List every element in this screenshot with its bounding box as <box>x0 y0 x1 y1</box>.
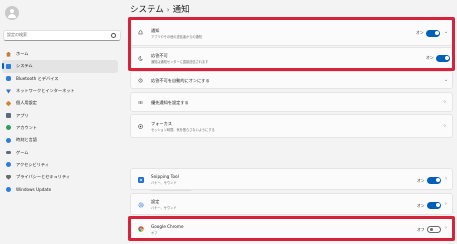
sidebar-item-home[interactable]: ホーム <box>2 48 118 60</box>
app-toggle[interactable] <box>427 225 441 233</box>
app-card-settings: 設定 バナー、サウンド オン › <box>130 193 453 215</box>
sidebar-item-label: Bluetooth とデバイス <box>16 75 59 81</box>
sidebar-item-personalization[interactable]: 個人用設定 <box>2 97 118 109</box>
focus-row[interactable]: フォーカス セッション時間、気を散らさないようにする › <box>131 115 452 139</box>
dnd-state: オン <box>426 55 434 60</box>
home-icon <box>6 51 11 57</box>
bluetooth-icon <box>6 76 11 82</box>
sidebar-item-label: Windows Update <box>16 186 52 192</box>
chevron-right-icon[interactable]: › <box>445 225 447 231</box>
gear-icon <box>138 202 144 208</box>
notifications-toggle[interactable] <box>426 29 440 37</box>
sidebar-item-privacy[interactable]: プライバシーとセキュリティ <box>2 171 118 183</box>
notifications-row[interactable]: 通知 アプリやその他の送信者からの通知 オン ⌄ <box>131 20 452 47</box>
breadcrumb-page: 通知 <box>172 5 190 15</box>
chevron-right-icon[interactable]: › <box>444 123 446 129</box>
dnd-toggle[interactable] <box>436 54 450 62</box>
app-toggle[interactable] <box>427 201 441 209</box>
sidebar-item-label: プライバシーとセキュリティ <box>16 174 71 180</box>
chevron-right-icon[interactable]: › <box>445 176 447 182</box>
shield-icon <box>6 174 11 180</box>
account-icon <box>6 125 11 131</box>
page-title: システム › 通知 <box>130 3 190 15</box>
sidebar-item-apps[interactable]: アプリ <box>2 109 118 121</box>
sidebar-item-system[interactable]: システム <box>2 60 118 73</box>
sidebar-nav: ホーム システム Bluetooth とデバイス ネットワークとインターネット … <box>2 48 118 196</box>
dnd-card: 応答不可 通知は通知センターに直接送信されます オン <box>130 47 453 69</box>
accessibility-icon <box>6 162 11 168</box>
breadcrumb-section[interactable]: システム <box>130 5 164 15</box>
app-name: Snipping Tool <box>151 174 179 179</box>
chrome-icon <box>138 226 144 232</box>
sidebar-item-label: システム <box>16 63 33 69</box>
app-state: オフ <box>417 227 425 232</box>
sidebar-item-label: アカウント <box>16 124 37 130</box>
windows-update-icon <box>6 186 11 192</box>
focus-card: フォーカス セッション時間、気を散らさないようにする › <box>130 114 453 138</box>
priority-card: 優先通知を設定する › <box>130 92 453 112</box>
snipping-tool-icon <box>138 177 144 183</box>
moon-clock-icon <box>138 78 143 83</box>
network-icon <box>6 89 11 94</box>
time-language-icon <box>6 137 11 143</box>
chevron-down-icon[interactable]: ⌄ <box>444 77 448 83</box>
app-state: オン <box>417 178 425 183</box>
apps-icon <box>6 113 11 119</box>
app-row[interactable]: Snipping Tool バナー、サウンド オン › <box>131 169 452 191</box>
chevron-right-icon[interactable]: › <box>444 99 446 105</box>
sidebar-item-label: ネットワークとインターネット <box>16 88 75 94</box>
app-toggle[interactable] <box>427 176 441 184</box>
avatar[interactable] <box>5 6 19 20</box>
auto-dnd-title: 応答不可を自動的にオンにする <box>151 78 210 83</box>
sidebar-item-time-language[interactable]: 時刻と言語 <box>2 134 118 146</box>
notifications-card: 通知 アプリやその他の送信者からの通知 オン ⌄ <box>130 19 453 46</box>
brush-icon <box>5 100 12 107</box>
focus-subtitle: セッション時間、気を散らさないようにする <box>151 128 215 132</box>
notifications-subtitle: アプリやその他の送信者からの通知 <box>151 35 202 39</box>
app-sub: バナー、サウンド <box>151 206 177 210</box>
app-state: オン <box>417 203 425 208</box>
app-name: Google Chrome <box>151 224 184 229</box>
chevron-down-icon[interactable]: ⌄ <box>444 29 448 35</box>
priority-row[interactable]: 優先通知を設定する › <box>131 93 452 113</box>
sidebar-item-label: 時刻と言語 <box>16 137 37 143</box>
sidebar-item-label: 個人用設定 <box>16 100 37 106</box>
sidebar-item-label: ホーム <box>16 51 29 57</box>
sidebar: 設定の検索 ホーム システム Bluetooth とデバイス ネットワークとイン… <box>0 0 121 244</box>
priority-bell-icon <box>138 101 143 104</box>
chevron-right-icon[interactable]: › <box>445 201 447 207</box>
sidebar-item-label: アプリ <box>16 112 29 118</box>
app-row[interactable]: Google Chrome オフ オフ › <box>131 219 452 240</box>
focus-icon <box>138 124 143 129</box>
app-row[interactable]: 設定 バナー、サウンド オン › <box>131 194 452 216</box>
app-card-snipping-tool: Snipping Tool バナー、サウンド オン › <box>130 168 453 190</box>
auto-dnd-row[interactable]: 応答不可を自動的にオンにする ⌄ <box>131 72 452 90</box>
sidebar-item-label: アクセシビリティ <box>16 161 50 167</box>
system-icon <box>6 63 11 69</box>
sidebar-item-windows-update[interactable]: Windows Update <box>2 183 118 195</box>
search-input[interactable]: 設定の検索 <box>3 30 121 41</box>
auto-dnd-card: 応答不可を自動的にオンにする ⌄ <box>130 71 453 89</box>
sidebar-item-bluetooth[interactable]: Bluetooth とデバイス <box>2 73 118 85</box>
bell-icon <box>138 30 143 35</box>
notifications-state: オン <box>416 30 424 35</box>
game-icon <box>6 150 11 155</box>
sidebar-item-network[interactable]: ネットワークとインターネット <box>2 85 118 97</box>
sidebar-item-accessibility[interactable]: アクセシビリティ <box>2 159 118 171</box>
search-placeholder: 設定の検索 <box>7 32 27 37</box>
moon-icon <box>138 56 143 61</box>
dnd-row[interactable]: 応答不可 通知は通知センターに直接送信されます オン <box>131 48 452 70</box>
dnd-subtitle: 通知は通知センターに直接送信されます <box>151 60 209 64</box>
sidebar-item-accounts[interactable]: アカウント <box>2 122 118 134</box>
priority-title: 優先通知を設定する <box>151 100 189 105</box>
breadcrumb-separator: › <box>166 6 170 14</box>
app-sub: オフ <box>151 231 158 235</box>
app-card-google-chrome: Google Chrome オフ オフ › <box>130 218 453 239</box>
sidebar-item-gaming[interactable]: ゲーム <box>2 146 118 158</box>
app-sub: バナー、サウンド <box>151 181 177 185</box>
search-icon <box>111 33 116 38</box>
sidebar-item-label: ゲーム <box>16 149 29 155</box>
